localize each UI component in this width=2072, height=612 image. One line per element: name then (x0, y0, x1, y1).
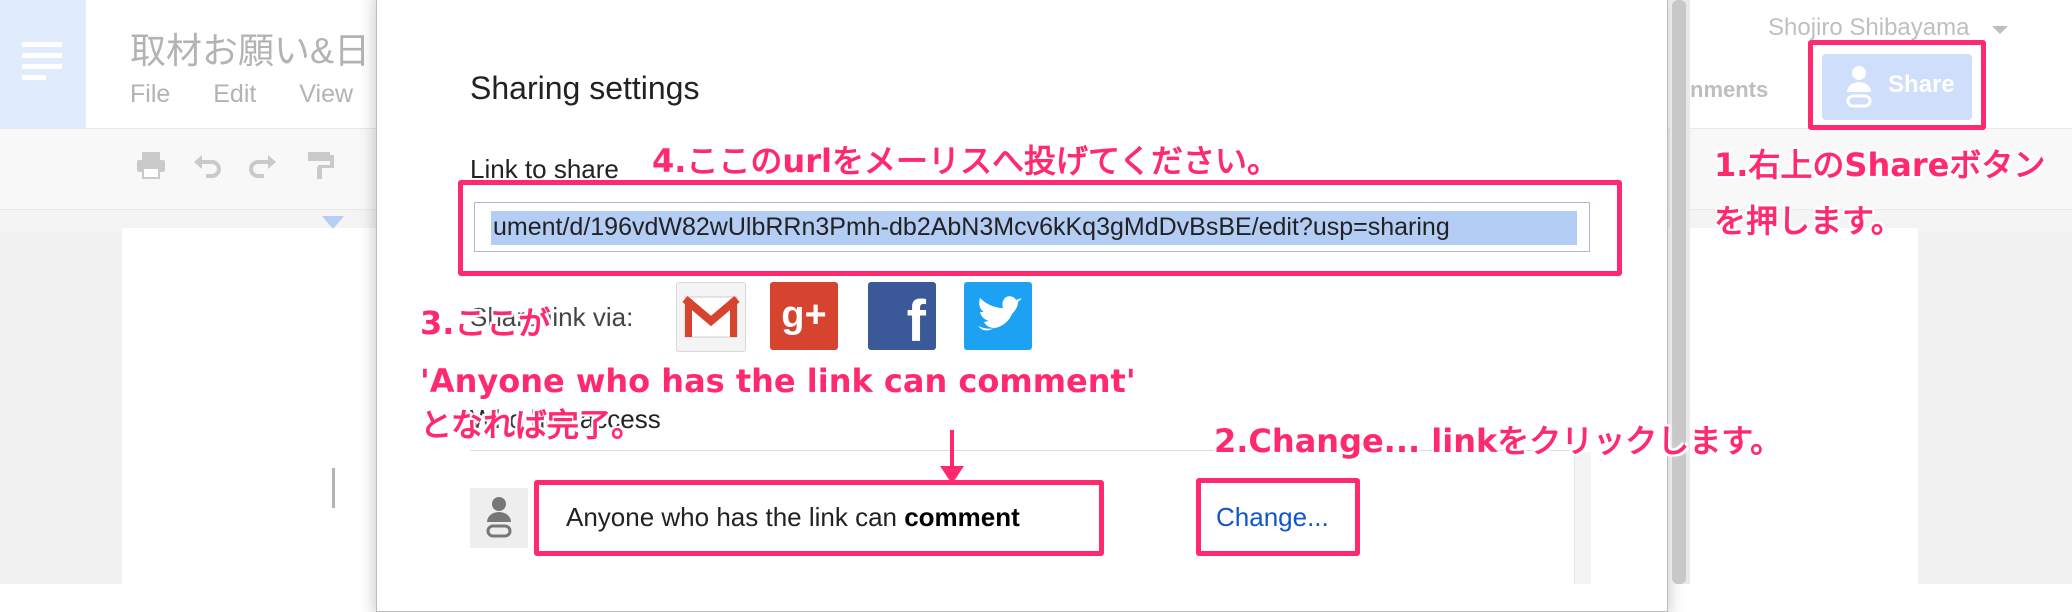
highlight-url-field (458, 180, 1622, 276)
google-plus-icon[interactable]: g+ (770, 282, 838, 350)
annotation-arrow-head-icon (940, 466, 964, 484)
dialog-scrollbar[interactable] (1672, 0, 1686, 584)
annotation-step3-line3: となれば完了。 (420, 406, 644, 444)
annotation-step2: 2.Change... linkをクリックします。 (1214, 422, 1783, 460)
annotation-arrow (950, 430, 954, 470)
dialog-title: Sharing settings (470, 70, 700, 106)
gmail-icon[interactable] (676, 282, 746, 352)
twitter-icon[interactable] (964, 282, 1032, 350)
annotation-step1-line2: を押します。 (1714, 202, 1903, 240)
highlight-change-link (1196, 478, 1360, 556)
facebook-icon[interactable]: f (868, 282, 936, 354)
annotation-step3-line2: 'Anyone who has the link can comment' (420, 362, 1136, 400)
annotation-step3-line1: 3.ここが (420, 304, 551, 342)
annotation-step4: 4.ここのurlをメーリスへ投げてください。 (652, 142, 1279, 180)
highlight-share-button (1808, 40, 1986, 130)
access-list-scrollbar[interactable] (1574, 452, 1591, 584)
annotation-step1-line1: 1.右上のShareボタン (1714, 146, 2046, 184)
highlight-access-text (534, 480, 1104, 556)
link-access-icon (470, 488, 528, 548)
